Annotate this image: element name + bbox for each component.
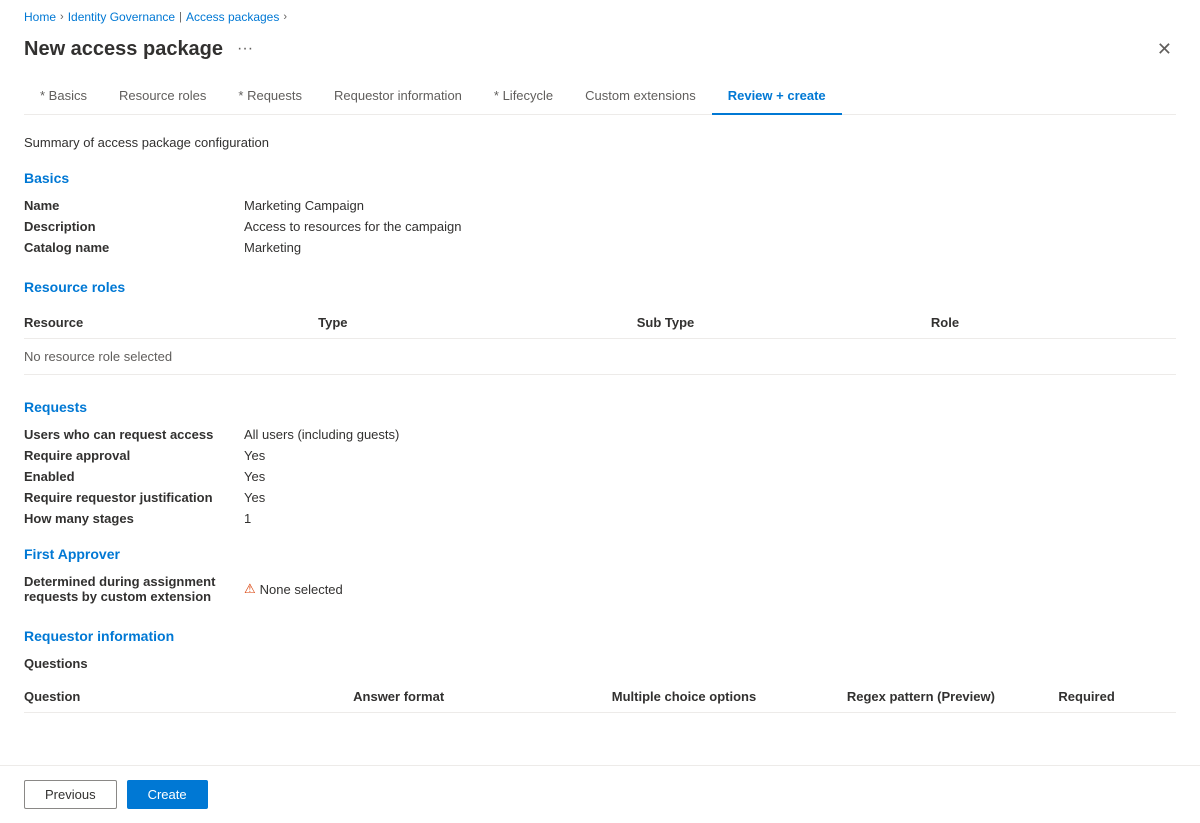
- warning-icon: ⚠: [244, 581, 256, 597]
- breadcrumb-identity-governance[interactable]: Identity Governance: [68, 10, 175, 24]
- requests-users-row: Users who can request access All users (…: [24, 427, 1176, 442]
- requests-approval-value: Yes: [244, 448, 265, 463]
- tab-requests[interactable]: * Requests: [222, 78, 318, 115]
- basics-description-label: Description: [24, 219, 244, 234]
- requests-users-label: Users who can request access: [24, 427, 244, 442]
- tab-basics[interactable]: * Basics: [24, 78, 103, 115]
- tab-review-create[interactable]: Review + create: [712, 78, 842, 115]
- no-resource-row: No resource role selected: [24, 339, 1176, 375]
- breadcrumb-sep-2: |: [179, 11, 182, 23]
- previous-button[interactable]: Previous: [24, 780, 117, 809]
- breadcrumb: Home › Identity Governance | Access pack…: [24, 0, 1176, 30]
- tab-requestor-information[interactable]: Requestor information: [318, 78, 478, 115]
- questions-header-row: Question Answer format Multiple choice o…: [24, 681, 1176, 713]
- basics-catalog-label: Catalog name: [24, 240, 244, 255]
- basics-name-row: Name Marketing Campaign: [24, 198, 1176, 213]
- questions-table: Question Answer format Multiple choice o…: [24, 681, 1176, 713]
- page-title: New access package: [24, 38, 223, 61]
- requests-justification-label: Require requestor justification: [24, 490, 244, 505]
- requests-approval-label: Require approval: [24, 448, 244, 463]
- basics-section-title: Basics: [24, 170, 1176, 186]
- requests-approval-row: Require approval Yes: [24, 448, 1176, 463]
- close-button[interactable]: ✕: [1153, 36, 1176, 62]
- question-col-header: Question: [24, 681, 353, 713]
- footer: Previous Create: [0, 765, 1200, 823]
- regex-col-header: Regex pattern (Preview): [847, 681, 1059, 713]
- requests-justification-row: Require requestor justification Yes: [24, 490, 1176, 505]
- page-header: New access package ··· ✕: [24, 30, 1176, 78]
- basics-catalog-value: Marketing: [244, 240, 301, 255]
- role-col-header: Role: [931, 307, 1176, 339]
- requestor-information-title: Requestor information: [24, 628, 1176, 644]
- requests-enabled-row: Enabled Yes: [24, 469, 1176, 484]
- type-col-header: Type: [318, 307, 637, 339]
- summary-text: Summary of access package configuration: [24, 135, 1176, 150]
- create-button[interactable]: Create: [127, 780, 208, 809]
- tabs-container: * Basics Resource roles * Requests Reque…: [24, 78, 1176, 115]
- resource-roles-section: Resource roles Resource Type Sub Type Ro…: [24, 279, 1176, 375]
- resource-roles-table-container: Resource Type Sub Type Role No resource …: [24, 307, 1176, 375]
- basics-name-label: Name: [24, 198, 244, 213]
- first-approver-title: First Approver: [24, 546, 1176, 562]
- none-selected-text: None selected: [260, 582, 343, 597]
- requests-enabled-label: Enabled: [24, 469, 244, 484]
- resource-col-header: Resource: [24, 307, 318, 339]
- requests-section-title: Requests: [24, 399, 1176, 415]
- answer-format-col-header: Answer format: [353, 681, 612, 713]
- first-approver-value: ⚠ None selected: [244, 574, 343, 604]
- page-title-row: New access package ···: [24, 38, 259, 61]
- requests-section: Requests Users who can request access Al…: [24, 399, 1176, 526]
- requestor-information-section: Requestor information Questions Question…: [24, 628, 1176, 713]
- tab-custom-extensions[interactable]: Custom extensions: [569, 78, 712, 115]
- subtype-col-header: Sub Type: [637, 307, 931, 339]
- questions-label: Questions: [24, 656, 1176, 671]
- basics-section: Basics Name Marketing Campaign Descripti…: [24, 170, 1176, 255]
- requests-stages-value: 1: [244, 511, 251, 526]
- no-resource-message: No resource role selected: [24, 339, 1176, 375]
- ellipsis-button[interactable]: ···: [231, 38, 259, 60]
- basics-description-value: Access to resources for the campaign: [244, 219, 462, 234]
- required-col-header: Required: [1058, 681, 1176, 713]
- breadcrumb-access-packages[interactable]: Access packages: [186, 10, 279, 24]
- requests-justification-value: Yes: [244, 490, 265, 505]
- requests-stages-label: How many stages: [24, 511, 244, 526]
- first-approver-label: Determined during assignment requests by…: [24, 574, 244, 604]
- multiple-choice-col-header: Multiple choice options: [612, 681, 847, 713]
- tab-resource-roles[interactable]: Resource roles: [103, 78, 222, 115]
- requests-enabled-value: Yes: [244, 469, 265, 484]
- basics-name-value: Marketing Campaign: [244, 198, 364, 213]
- breadcrumb-home[interactable]: Home: [24, 10, 56, 24]
- basics-description-row: Description Access to resources for the …: [24, 219, 1176, 234]
- content-area: Summary of access package configuration …: [24, 135, 1176, 823]
- requests-users-value: All users (including guests): [244, 427, 399, 442]
- basics-catalog-row: Catalog name Marketing: [24, 240, 1176, 255]
- tab-lifecycle[interactable]: * Lifecycle: [478, 78, 569, 115]
- breadcrumb-sep-3: ›: [283, 11, 287, 23]
- resource-roles-table: Resource Type Sub Type Role No resource …: [24, 307, 1176, 375]
- requests-stages-row: How many stages 1: [24, 511, 1176, 526]
- resource-roles-section-title: Resource roles: [24, 279, 1176, 295]
- breadcrumb-sep-1: ›: [60, 11, 64, 23]
- first-approver-row: Determined during assignment requests by…: [24, 574, 1176, 604]
- resource-table-header-row: Resource Type Sub Type Role: [24, 307, 1176, 339]
- first-approver-section: First Approver Determined during assignm…: [24, 546, 1176, 604]
